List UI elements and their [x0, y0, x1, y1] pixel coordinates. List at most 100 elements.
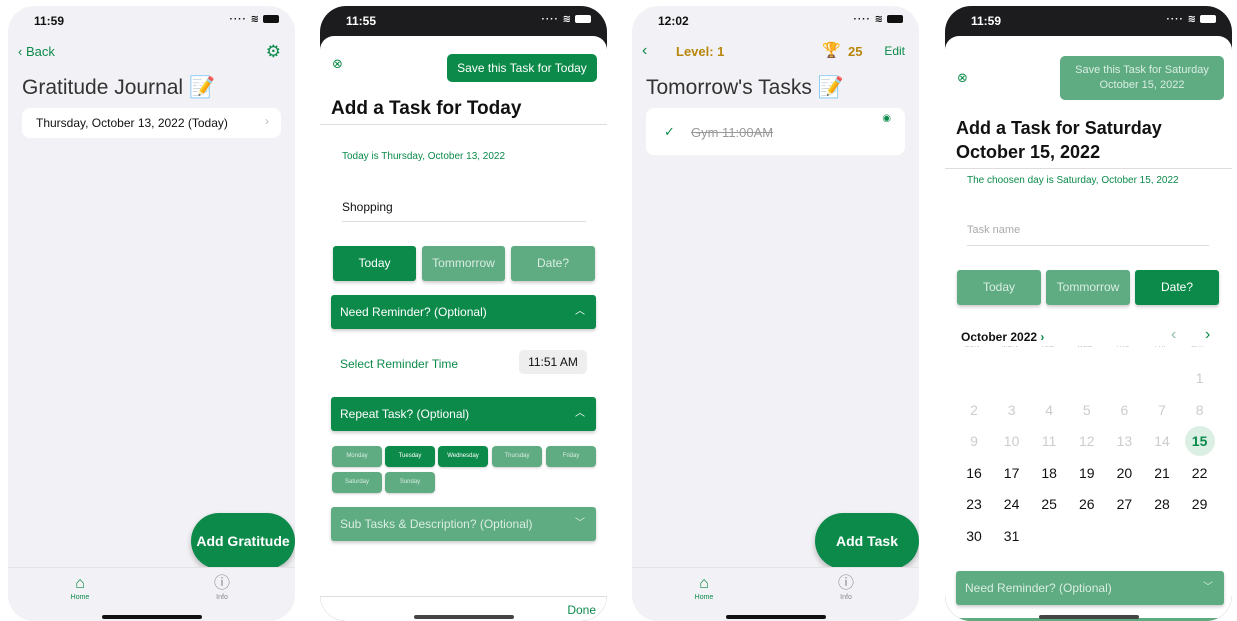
- page-title: Tomorrow's Tasks 📝: [646, 76, 844, 100]
- today-button[interactable]: Today: [333, 246, 416, 281]
- chevron-right-icon: ›: [265, 114, 269, 128]
- reminder-accordion[interactable]: Need Reminder? (Optional) ︿: [331, 295, 596, 329]
- task-row[interactable]: ✓ Gym 11:00AM ◉: [646, 108, 905, 155]
- add-gratitude-button[interactable]: Add Gratitude: [191, 513, 295, 569]
- day-saturday[interactable]: Saturday: [332, 472, 382, 493]
- status-time: 11:59: [34, 14, 65, 28]
- calendar-day[interactable]: 27: [1109, 489, 1139, 519]
- sheet-title-line1: Add a Task for Saturday: [956, 118, 1162, 138]
- signal-wifi-battery-icon: ···· ≋: [854, 14, 903, 25]
- status-bar: 12:02 ···· ≋: [632, 14, 919, 32]
- tab-home[interactable]: ⌂ Home: [50, 574, 110, 601]
- done-button[interactable]: Done: [567, 603, 596, 617]
- save-task-button[interactable]: Save this Task for Saturday October 15, …: [1060, 56, 1224, 100]
- month-selector[interactable]: October 2022 ›: [961, 330, 1044, 344]
- calendar-day[interactable]: 25: [1034, 489, 1064, 519]
- calendar-day[interactable]: 18: [1034, 458, 1064, 488]
- info-icon: ⓘ: [837, 575, 854, 592]
- tab-home[interactable]: ⌂ Home: [674, 574, 734, 601]
- trophy-icon: 🏆: [822, 42, 841, 59]
- calendar-day[interactable]: 22: [1185, 458, 1215, 488]
- task-name-input[interactable]: Shopping: [342, 200, 586, 222]
- memo-icon: 📝: [188, 76, 216, 99]
- house-icon: ⌂: [699, 575, 709, 592]
- calendar-day: 9: [970, 433, 978, 449]
- calendar-day[interactable]: 17: [997, 458, 1027, 488]
- weekday-header: SUN MON TUE WED THU FRI SAT: [957, 346, 1224, 354]
- calendar-day: 12: [1079, 433, 1095, 449]
- date-picker-button[interactable]: Date?: [511, 246, 595, 281]
- chevron-left-icon[interactable]: ‹: [642, 42, 647, 60]
- status-bar: 11:59 ···· ≋: [945, 14, 1232, 32]
- page-title: Gratitude Journal 📝: [22, 76, 215, 100]
- weekday-label: SAT: [1183, 346, 1213, 349]
- repeat-accordion[interactable]: Repeat Task? (Optional) ︿: [331, 397, 596, 431]
- next-month-button[interactable]: ›: [1205, 326, 1210, 344]
- calendar-day[interactable]: 20: [1109, 458, 1139, 488]
- chevron-down-icon: ﹀: [1203, 582, 1213, 593]
- chevron-up-icon: ︿: [575, 306, 585, 317]
- reminder-accordion[interactable]: Need Reminder? (Optional) ﹀: [956, 571, 1224, 605]
- footer-divider: [320, 596, 607, 597]
- close-icon[interactable]: ⊗: [957, 70, 968, 86]
- checkmark-icon[interactable]: ✓: [664, 124, 675, 140]
- day-wednesday[interactable]: Wednesday: [438, 446, 488, 467]
- calendar-day[interactable]: 29: [1185, 489, 1215, 519]
- calendar-day: 8: [1195, 401, 1204, 418]
- sheet-title: Add a Task for Today: [331, 98, 522, 119]
- screen-gratitude-journal: 11:59 ···· ≋ ‹ Back ⚙ Gratitude Journal …: [8, 6, 295, 621]
- back-button[interactable]: ‹ Back: [18, 44, 55, 59]
- screen-add-task-today: 11:55 ···· ≋ ⊗ Save this Task for Today …: [320, 6, 607, 621]
- status-bar: 11:55 ···· ≋: [320, 14, 607, 32]
- back-label: Back: [25, 44, 55, 59]
- day-tuesday[interactable]: Tuesday: [385, 446, 435, 467]
- calendar-day[interactable]: 28: [1147, 489, 1177, 519]
- signal-wifi-battery-icon: ···· ≋: [542, 14, 591, 25]
- tomorrow-button[interactable]: Tommorrow: [422, 246, 505, 281]
- calendar-day[interactable]: 26: [1072, 489, 1102, 519]
- status-dot-icon: ◉: [882, 113, 891, 124]
- calendar-day: 7: [1158, 401, 1166, 418]
- status-time: 11:59: [971, 14, 1002, 28]
- task-name-input[interactable]: Task name: [967, 224, 1209, 246]
- calendar-day[interactable]: 19: [1072, 458, 1102, 488]
- tomorrow-button[interactable]: Tommorrow: [1046, 270, 1130, 305]
- calendar-day[interactable]: 21: [1147, 458, 1177, 488]
- calendar-day[interactable]: 24: [997, 489, 1027, 519]
- tab-info[interactable]: ⓘ Info: [192, 574, 252, 601]
- subtasks-accordion[interactable]: Sub Tasks & Description? (Optional) ﹀: [331, 507, 596, 541]
- screen-tomorrows-tasks: 12:02 ···· ≋ ‹ Level: 1 🏆 25 Edit Tomorr…: [632, 6, 919, 621]
- close-icon[interactable]: ⊗: [332, 56, 343, 72]
- add-task-button[interactable]: Add Task: [815, 513, 919, 569]
- day-monday[interactable]: Monday: [332, 446, 382, 467]
- task-label: Gym 11:00AM: [691, 125, 774, 140]
- calendar-day: 2: [970, 401, 978, 418]
- previous-month-button[interactable]: ‹: [1171, 326, 1176, 344]
- tab-home-label: Home: [70, 594, 90, 601]
- calendar-day[interactable]: 31: [997, 521, 1027, 551]
- save-task-button[interactable]: Save this Task for Today: [447, 54, 597, 82]
- signal-wifi-battery-icon: ···· ≋: [1167, 14, 1216, 25]
- today-text: Today is Thursday, October 13, 2022: [342, 151, 506, 162]
- calendar-day[interactable]: 30: [959, 521, 989, 551]
- day-thursday[interactable]: Thursday: [492, 446, 542, 467]
- today-button[interactable]: Today: [957, 270, 1041, 305]
- add-task-sheet: ⊗ Save this Task for Today Add a Task fo…: [320, 36, 607, 621]
- gear-icon[interactable]: ⚙: [266, 42, 281, 62]
- edit-button[interactable]: Edit: [884, 44, 905, 58]
- sheet-title-line2: October 15, 2022: [956, 142, 1101, 162]
- calendar-day: 13: [1116, 433, 1133, 449]
- calendar-day[interactable]: 15: [1184, 426, 1215, 456]
- calendar-day[interactable]: 16: [959, 458, 989, 488]
- calendar-day: 1: [1195, 370, 1204, 386]
- day-friday[interactable]: Friday: [546, 446, 596, 467]
- day-sunday[interactable]: Sunday: [385, 472, 435, 493]
- tab-info[interactable]: ⓘ Info: [816, 574, 876, 601]
- status-time: 11:55: [346, 14, 377, 28]
- weekday-label: TUE: [1032, 346, 1062, 349]
- date-picker-button[interactable]: Date?: [1135, 270, 1219, 305]
- journal-entry-row[interactable]: Thursday, October 13, 2022 (Today) ›: [22, 108, 281, 138]
- repeat-header: Repeat Task? (Optional): [340, 407, 470, 421]
- calendar-day[interactable]: 23: [959, 489, 989, 519]
- reminder-time-picker[interactable]: 11:51 AM: [519, 350, 587, 374]
